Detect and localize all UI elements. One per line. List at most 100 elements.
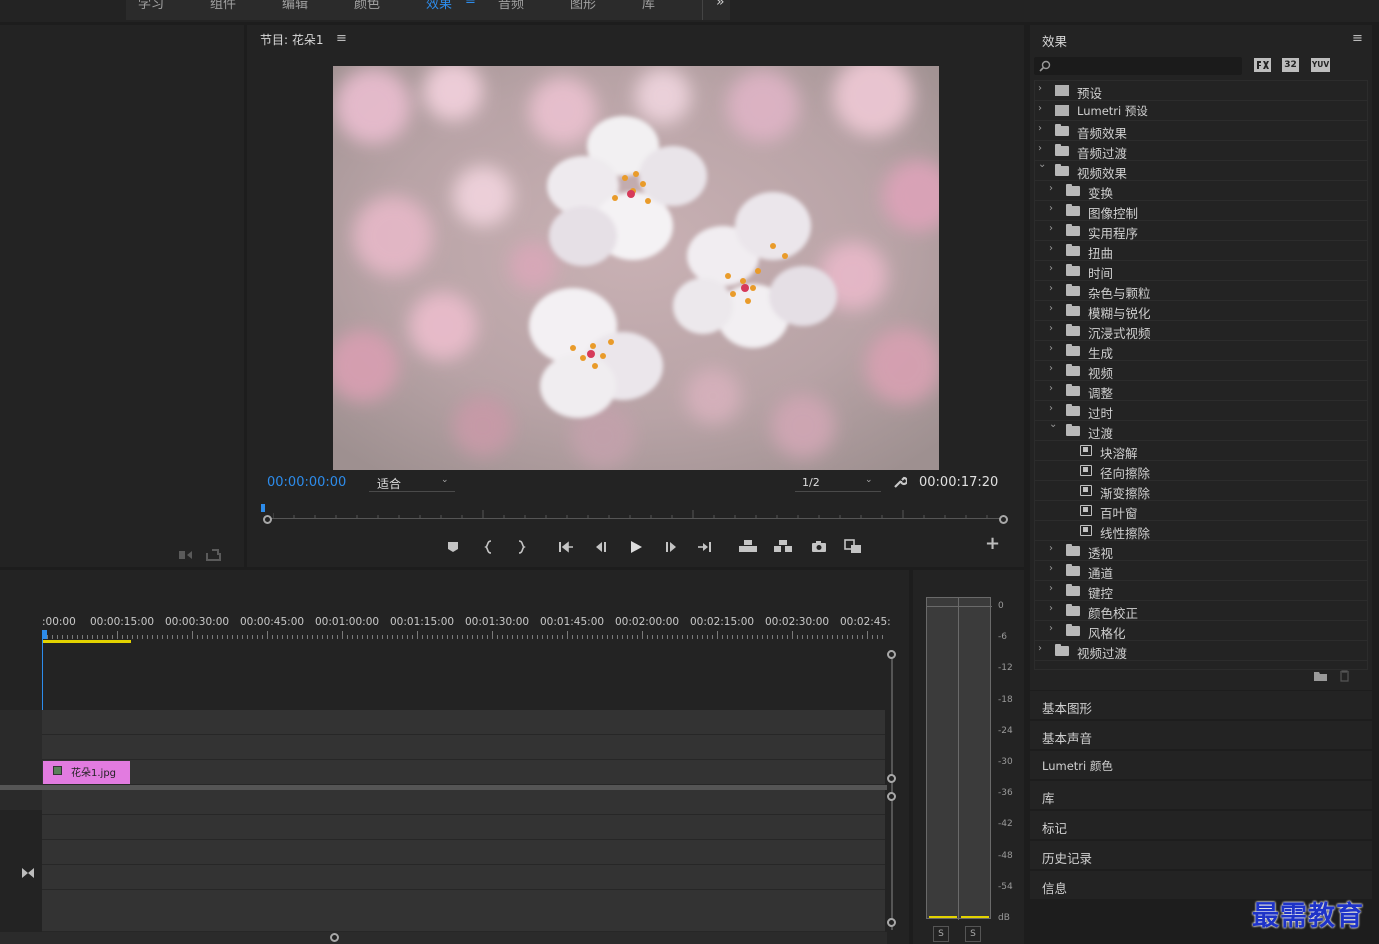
chevron-right-icon[interactable]: › [1038, 643, 1042, 654]
work-area-bar[interactable] [43, 640, 131, 643]
program-monitor-menu-icon[interactable]: ≡ [336, 31, 347, 46]
chevron-right-icon[interactable]: › [1049, 623, 1053, 634]
chevron-right-icon[interactable]: › [1049, 303, 1053, 314]
zoom-handle-left[interactable] [263, 515, 272, 524]
add-button[interactable]: + [985, 535, 1000, 553]
step-back-icon[interactable] [594, 540, 608, 554]
scroll-handle-lower[interactable] [887, 792, 896, 801]
effects-panel-menu-icon[interactable]: ≡ [1352, 31, 1363, 46]
effects-tree-item[interactable]: ⌄ 过渡 [1034, 419, 1367, 441]
effects-tree-item[interactable]: › 风格化 [1034, 621, 1367, 641]
chevron-right-icon[interactable]: › [1049, 263, 1053, 274]
workspace-tab-audio[interactable]: 音频 [498, 0, 524, 12]
effects-tree-item[interactable]: › 生成 [1034, 341, 1367, 361]
chevron-right-icon[interactable]: › [1049, 603, 1053, 614]
mark-in-icon[interactable] [484, 540, 494, 554]
side-panel-tab[interactable]: 基本图形 [1030, 691, 1372, 719]
solo-right-button[interactable]: S [965, 926, 981, 942]
chevron-right-icon[interactable]: › [1049, 323, 1053, 334]
timeline-clip[interactable]: 花朵1.jpg [43, 761, 130, 784]
effects-tree-item[interactable]: 块溶解 [1034, 441, 1367, 461]
effects-tree-item[interactable]: › 时间 [1034, 261, 1367, 281]
effects-search-field[interactable] [1034, 57, 1242, 75]
add-marker-icon[interactable] [447, 541, 459, 553]
workspace-tab-effects[interactable]: 效果 [426, 0, 452, 12]
chevron-right-icon[interactable]: › [1049, 363, 1053, 374]
effects-tree-item[interactable]: › 视频 [1034, 361, 1367, 381]
chevron-down-icon[interactable]: ⌄ [1049, 419, 1057, 430]
extract-icon[interactable] [773, 539, 793, 554]
chevron-right-icon[interactable]: › [1049, 203, 1053, 214]
effects-tree-item[interactable]: › 预设 [1034, 81, 1367, 101]
overwrite-icon[interactable] [206, 549, 222, 561]
workspace-tab-assembly[interactable]: 组件 [210, 0, 236, 12]
workspace-tab-graphics[interactable]: 图形 [570, 0, 596, 12]
audio-track-1[interactable] [42, 790, 885, 815]
yuv-effects-badge[interactable]: YUV [1311, 58, 1330, 72]
effects-tree-item[interactable]: › 键控 [1034, 581, 1367, 601]
go-to-out-icon[interactable] [697, 540, 713, 554]
chevron-right-icon[interactable]: › [1049, 183, 1053, 194]
chevron-down-icon[interactable]: ⌄ [1038, 159, 1046, 170]
workspace-tab-learn[interactable]: 学习 [138, 0, 164, 12]
video-track-1[interactable] [42, 760, 885, 785]
side-panel-tab[interactable]: 基本声音 [1030, 721, 1372, 749]
effects-tree-item[interactable]: › 通道 [1034, 561, 1367, 581]
audio-empty-area[interactable] [42, 890, 885, 932]
chevron-right-icon[interactable]: › [1038, 103, 1042, 114]
vertical-scrollbar[interactable] [887, 650, 897, 930]
insert-icon[interactable] [178, 549, 194, 561]
export-frame-icon[interactable] [811, 540, 827, 553]
side-panel-tab[interactable]: 标记 [1030, 811, 1372, 839]
effects-tree-item[interactable]: 百叶窗 [1034, 501, 1367, 521]
effects-tree-item[interactable]: 径向擦除 [1034, 461, 1367, 481]
master-audio-icon[interactable] [21, 867, 35, 879]
effects-tree-item[interactable]: › 过时 [1034, 401, 1367, 421]
zoom-handle-right[interactable] [999, 515, 1008, 524]
play-icon[interactable] [629, 539, 643, 555]
effects-tree-item[interactable]: › 音频效果 [1034, 121, 1367, 141]
accelerated-effects-icon[interactable] [1254, 58, 1271, 72]
chevron-right-icon[interactable]: › [1038, 123, 1042, 134]
effects-tree-item[interactable]: › Lumetri 预设 [1034, 101, 1367, 121]
side-panel-tab[interactable]: Lumetri 颜色 [1030, 751, 1372, 779]
effects-tree-item[interactable]: › 视频过渡 [1034, 641, 1367, 661]
go-to-in-icon[interactable] [558, 540, 574, 554]
comparison-view-icon[interactable] [844, 539, 862, 554]
effects-tree-item[interactable]: › 模糊与锐化 [1034, 301, 1367, 321]
lift-icon[interactable] [738, 539, 758, 554]
resolution-select[interactable]: 1/2 ⌄ [795, 473, 881, 492]
program-monitor-title[interactable]: 节目: 花朵1 [260, 31, 324, 48]
master-track[interactable] [42, 865, 885, 890]
horizontal-scroll-handle[interactable] [330, 933, 339, 942]
effects-tree-item[interactable]: › 实用程序 [1034, 221, 1367, 241]
effects-tree-item[interactable]: › 透视 [1034, 541, 1367, 561]
effects-tree-item[interactable]: 渐变擦除 [1034, 481, 1367, 501]
video-track-2[interactable] [42, 735, 885, 760]
chevron-right-icon[interactable]: › [1049, 243, 1053, 254]
effects-tree-item[interactable]: › 图像控制 [1034, 201, 1367, 221]
audio-track-3[interactable] [42, 840, 885, 865]
side-panel-tab[interactable]: 历史记录 [1030, 841, 1372, 869]
chevron-right-icon[interactable]: › [1049, 543, 1053, 554]
fit-select[interactable]: 适合 ⌄ [369, 473, 455, 492]
chevron-right-icon[interactable]: › [1038, 143, 1042, 154]
chevron-right-icon[interactable]: › [1049, 283, 1053, 294]
delete-icon[interactable] [1338, 669, 1351, 682]
workspace-overflow-icon[interactable]: » [716, 0, 725, 10]
effects-panel-title[interactable]: 效果 [1042, 31, 1067, 50]
32bit-effects-badge[interactable]: 32 [1282, 58, 1299, 72]
mark-out-icon[interactable] [516, 540, 526, 554]
effects-tree-item[interactable]: › 扭曲 [1034, 241, 1367, 261]
effects-tree-item[interactable]: › 颜色校正 [1034, 601, 1367, 621]
scroll-handle-top[interactable] [887, 650, 896, 659]
chevron-right-icon[interactable]: › [1049, 383, 1053, 394]
wrench-icon[interactable] [893, 475, 907, 489]
new-bin-icon[interactable] [1313, 670, 1328, 682]
effects-tree-item[interactable]: › 沉浸式视频 [1034, 321, 1367, 341]
scrub-bar[interactable] [261, 504, 1008, 524]
current-timecode[interactable]: 00:00:00:00 [267, 475, 346, 490]
audio-track-2[interactable] [42, 815, 885, 840]
video-track-3[interactable] [42, 710, 885, 735]
chevron-right-icon[interactable]: › [1049, 223, 1053, 234]
